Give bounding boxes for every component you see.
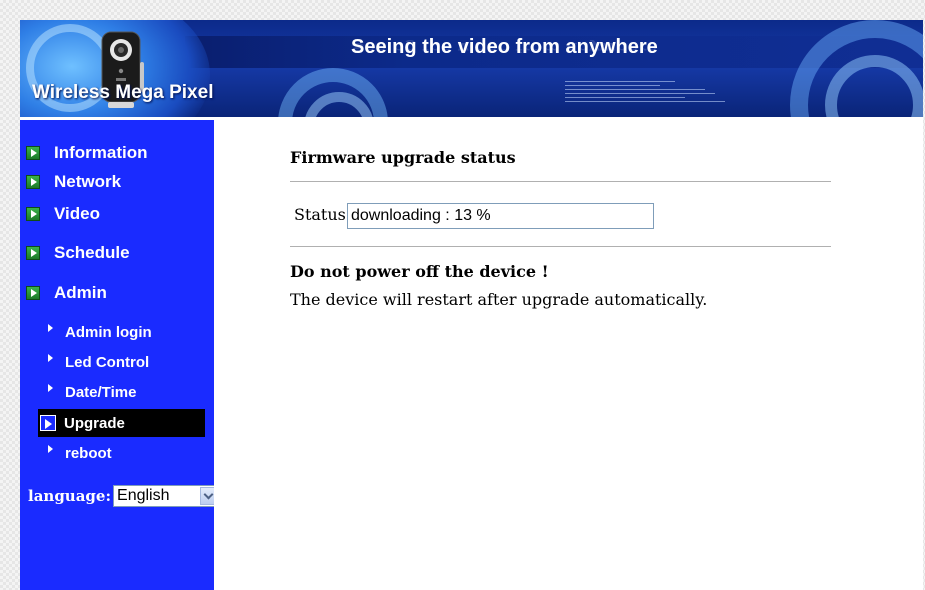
play-icon (26, 286, 40, 300)
sidebar-item-label: Admin (54, 283, 107, 302)
play-icon (26, 175, 40, 189)
play-icon (26, 246, 40, 260)
subitem-label: Admin login (65, 323, 152, 341)
sidebar-item-label: Schedule (54, 243, 130, 262)
page-title: Firmware upgrade status (290, 148, 516, 167)
status-label: Status (294, 205, 346, 224)
language-label: language: (28, 487, 112, 505)
product-brand: Wireless Mega Pixel (32, 82, 214, 103)
language-selector-row: language: English (28, 485, 220, 507)
main-content: Firmware upgrade status Status downloadi… (214, 117, 923, 590)
subitem-admin-login[interactable]: Admin login (42, 320, 205, 344)
subitem-upgrade[interactable]: Upgrade (38, 409, 205, 437)
language-value: English (117, 487, 170, 504)
play-icon (26, 146, 40, 160)
arrow-right-icon (48, 354, 53, 362)
banner-title-reflection: Seeing the video from anywhere (351, 39, 658, 55)
subitem-date-time[interactable]: Date/Time (42, 380, 205, 404)
sidebar-item-label: Video (54, 204, 100, 223)
subitem-label: Upgrade (64, 414, 125, 432)
sidebar-item-schedule[interactable]: Schedule (26, 242, 130, 264)
notice-text: The device will restart after upgrade au… (290, 290, 708, 309)
divider (290, 246, 831, 247)
header-banner: Seeing the video from anywhere Seeing th… (20, 20, 923, 117)
subitem-label: Led Control (65, 353, 150, 371)
sidebar-item-information[interactable]: Information (26, 142, 148, 164)
subitem-label: Date/Time (65, 383, 137, 401)
divider (290, 181, 831, 182)
play-icon (26, 207, 40, 221)
sidebar-item-video[interactable]: Video (26, 203, 100, 225)
sidebar-item-label: Information (54, 143, 148, 162)
banner-decoration (565, 78, 730, 114)
sidebar-item-admin[interactable]: Admin (26, 282, 107, 304)
subitem-reboot[interactable]: reboot (42, 441, 205, 465)
arrow-right-icon (48, 384, 53, 392)
sidebar-item-label: Network (54, 172, 122, 191)
warning-text: Do not power off the device ! (290, 262, 549, 281)
arrow-right-icon (48, 445, 53, 453)
sidebar-nav: Information Network Video Schedule Admin… (20, 117, 220, 590)
sidebar-item-network[interactable]: Network (26, 171, 121, 193)
app-window: Seeing the video from anywhere Seeing th… (20, 20, 923, 590)
subitem-led-control[interactable]: Led Control (42, 350, 205, 374)
subitem-label: reboot (65, 444, 112, 462)
play-icon (40, 415, 56, 431)
status-field: downloading : 13 % (347, 203, 654, 229)
arrow-right-icon (48, 324, 53, 332)
language-select[interactable]: English (113, 485, 220, 507)
